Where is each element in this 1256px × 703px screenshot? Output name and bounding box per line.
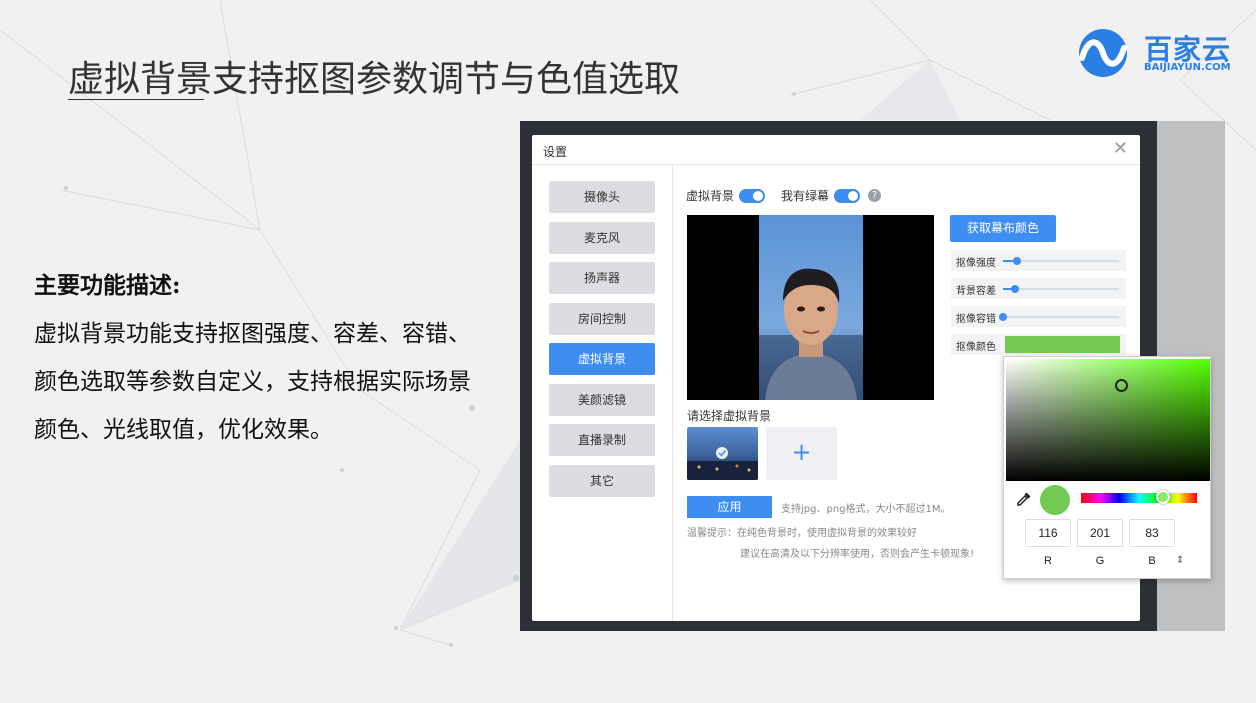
help-icon[interactable]: ? <box>868 189 882 202</box>
slider-keying-fault-tolerance: 抠像容错 <box>951 306 1126 327</box>
slide-title: 虚拟背景支持抠图参数调节与色值选取 <box>68 59 681 100</box>
slider-label: 抠像容错 <box>956 314 996 325</box>
get-screen-color-button[interactable]: 获取幕布颜色 <box>950 215 1056 242</box>
keying-color-row: 抠像颜色 <box>951 334 1126 355</box>
apply-button[interactable]: 应用 <box>687 496 772 518</box>
green-label: G <box>1095 555 1105 567</box>
eyedropper-icon[interactable] <box>1016 491 1032 507</box>
feature-description: 主要功能描述: 虚拟背景功能支持抠图强度、容差、容错、颜色选取等参数自定义，支持… <box>34 268 474 454</box>
sidebar-item-other[interactable]: 其它 <box>549 465 655 497</box>
sidebar-item-room-control[interactable]: 房间控制 <box>549 303 655 335</box>
logo-domain: BAIJIAYUN.COM <box>1144 62 1231 73</box>
hue-slider[interactable] <box>1081 490 1197 504</box>
sv-handle[interactable] <box>1115 379 1128 392</box>
slider-label: 背景容差 <box>956 286 996 297</box>
blue-input[interactable]: 83 <box>1129 519 1175 547</box>
logo-icon <box>1079 29 1127 77</box>
slider-knob[interactable] <box>999 313 1007 321</box>
add-background-button[interactable]: + <box>766 427 837 480</box>
red-label: R <box>1044 555 1052 567</box>
slider-track[interactable] <box>1003 257 1119 265</box>
slider-label: 抠像强度 <box>956 258 996 269</box>
green-input[interactable]: 201 <box>1077 519 1123 547</box>
format-note: 支持jpg、png格式，大小不超过1M。 <box>781 504 951 515</box>
slider-keying-strength: 抠像强度 <box>951 250 1126 271</box>
green-screen-toggle-label: 我有绿幕 <box>781 189 830 203</box>
sidebar-item-beauty-filter[interactable]: 美颜滤镜 <box>549 384 655 416</box>
settings-sidebar: 摄像头 麦克风 扬声器 房间控制 虚拟背景 美颜滤镜 直播录制 其它 <box>532 165 673 621</box>
person-photo <box>759 215 863 400</box>
brand-logo: 百家云 BAIJIAYUN.COM <box>1070 28 1236 78</box>
saturation-value-area[interactable] <box>1006 359 1210 481</box>
tip-line-2: 建议在高清及以下分辨率使用，否则会产生卡顿现象! <box>740 549 975 560</box>
sidebar-item-speaker[interactable]: 扬声器 <box>549 262 655 294</box>
keying-color-label: 抠像颜色 <box>956 342 996 353</box>
slider-knob[interactable] <box>1012 257 1021 265</box>
keying-color-swatch[interactable] <box>1005 336 1120 353</box>
dialog-title: 设置 <box>543 145 568 159</box>
sidebar-item-virtual-background[interactable]: 虚拟背景 <box>549 343 655 375</box>
description-body: 虚拟背景功能支持抠图强度、容差、容错、颜色选取等参数自定义，支持根据实际场景颜色… <box>34 321 471 443</box>
color-picker-popup: 116 201 83 R G B ⇕ <box>1003 356 1211 579</box>
sidebar-item-live-recording[interactable]: 直播录制 <box>549 424 655 456</box>
current-color-preview <box>1040 485 1070 515</box>
green-screen-toggle[interactable] <box>834 188 861 203</box>
virtual-background-toggle-label: 虚拟背景 <box>686 189 735 203</box>
slider-track[interactable] <box>999 313 1119 321</box>
city-night-image <box>687 427 758 480</box>
toggle-row: 虚拟背景 我有绿幕 ? <box>686 187 882 204</box>
slider-knob[interactable] <box>1010 285 1019 293</box>
blue-label: B <box>1148 555 1156 567</box>
dialog-header: 设置 ✕ <box>532 135 1140 165</box>
sidebar-item-camera[interactable]: 摄像头 <box>549 181 655 213</box>
tip-line-1: 温馨提示：在纯色背景时，使用虚拟背景的效果较好 <box>687 528 917 539</box>
background-thumbnail[interactable] <box>687 427 758 480</box>
camera-preview <box>687 215 934 400</box>
sidebar-item-microphone[interactable]: 麦克风 <box>549 222 655 254</box>
close-icon[interactable]: ✕ <box>1113 138 1128 159</box>
hue-knob[interactable] <box>1156 490 1170 504</box>
virtual-background-toggle[interactable] <box>739 188 766 203</box>
title-underline <box>68 99 204 100</box>
slider-background-tolerance: 背景容差 <box>951 278 1126 299</box>
description-heading: 主要功能描述: <box>34 272 181 299</box>
choose-background-label: 请选择虚拟背景 <box>687 409 772 423</box>
red-input[interactable]: 116 <box>1025 519 1071 547</box>
color-mode-toggle-icon[interactable]: ⇕ <box>1176 555 1184 566</box>
slider-track[interactable] <box>1003 285 1119 293</box>
